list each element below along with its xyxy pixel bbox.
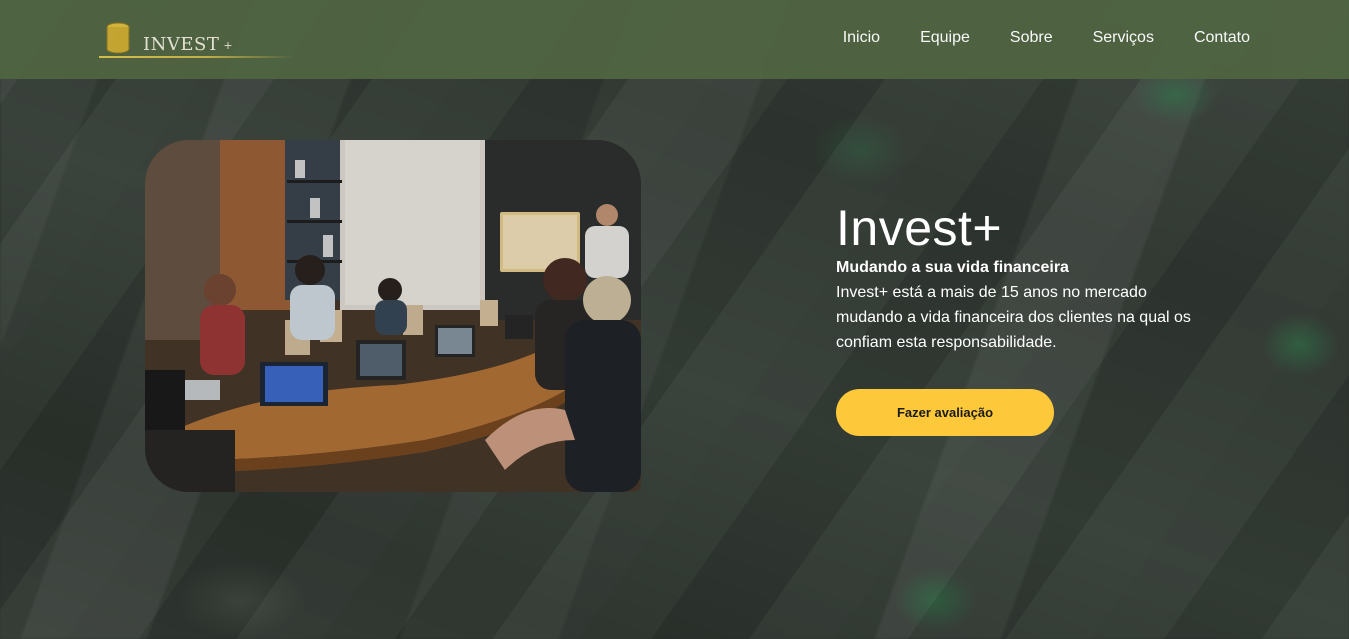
logo-wordmark: INVEST bbox=[143, 34, 220, 55]
logo-plus: + bbox=[223, 39, 234, 52]
fazer-avaliacao-button[interactable]: Fazer avaliação bbox=[836, 389, 1054, 436]
meeting-photo bbox=[145, 140, 641, 492]
logo[interactable]: INVEST + bbox=[99, 22, 294, 60]
main-nav: Inicio Equipe Sobre Serviços Contato bbox=[843, 29, 1250, 47]
hero-title: Invest+ bbox=[836, 200, 1003, 256]
nav-link-sobre[interactable]: Sobre bbox=[1010, 29, 1053, 47]
page: INVEST + Inicio Equipe Sobre Serviços Con… bbox=[0, 0, 1349, 639]
navbar: INVEST + Inicio Equipe Sobre Serviços Con… bbox=[0, 0, 1349, 79]
nav-link-servicos[interactable]: Serviços bbox=[1093, 29, 1154, 47]
nav-link-equipe[interactable]: Equipe bbox=[920, 29, 970, 47]
hero-subtitle: Mudando a sua vida financeira bbox=[836, 259, 1069, 276]
coin-stack-icon bbox=[106, 22, 130, 54]
nav-link-contato[interactable]: Contato bbox=[1194, 29, 1250, 47]
logo-text: INVEST + bbox=[143, 34, 233, 55]
nav-link-inicio[interactable]: Inicio bbox=[843, 29, 880, 47]
hero-text: Invest+ Mudando a sua vida financeira In… bbox=[836, 198, 1216, 355]
meeting-photo-illustration bbox=[145, 140, 641, 492]
hero-description: Invest+ está a mais de 15 anos no mercad… bbox=[836, 284, 1191, 351]
logo-underline bbox=[99, 56, 294, 58]
